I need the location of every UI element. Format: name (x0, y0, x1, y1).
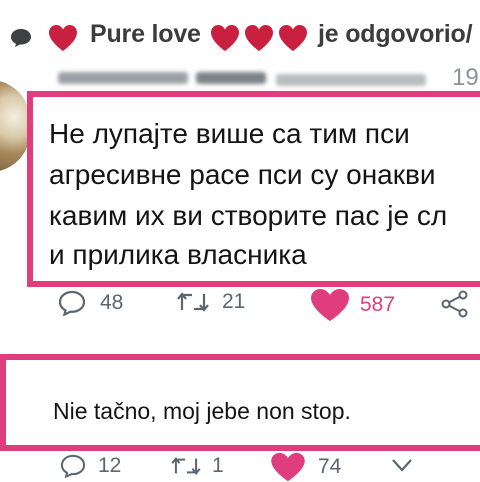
reply-icon (60, 454, 86, 478)
tweet-text-line: Не лупајте више са тим пси (49, 118, 410, 149)
retweet-icon (171, 457, 201, 475)
retweet-button[interactable]: 1 (170, 454, 224, 478)
header-replied-text: je odgovorio/ (318, 20, 473, 48)
retweet-icon (177, 292, 209, 312)
reply-button[interactable]: 48 (58, 290, 123, 316)
reply-button[interactable]: 12 (60, 454, 121, 478)
reply-count: 12 (98, 454, 122, 477)
retweet-count: 21 (222, 290, 246, 313)
like-button[interactable]: 587 (310, 288, 395, 322)
like-count: 74 (318, 455, 342, 478)
heart-icon (245, 25, 273, 51)
speech-bubble-icon (11, 29, 31, 47)
like-heart-icon (311, 289, 349, 321)
blurred-author-handle (276, 74, 426, 86)
reply-context-header: Pure love je odgovorio/ (0, 18, 480, 62)
like-button[interactable]: 74 (270, 452, 341, 482)
tweet-text-line: агресивне расе пси су онакви (49, 159, 436, 190)
heart-icon (211, 25, 239, 51)
highlighted-tweet-box: Не лупајте више са тим пси агресивне рас… (27, 91, 480, 287)
tweet-text-line: и прилика власника (49, 239, 307, 270)
like-count: 587 (360, 293, 396, 316)
download-icon[interactable] (390, 456, 414, 478)
retweet-button[interactable]: 21 (176, 290, 245, 314)
reply-count: 48 (100, 291, 124, 314)
avatar[interactable] (0, 80, 30, 172)
blurred-author-name (58, 72, 188, 84)
tweet-text-line: кавим их ви створите пас је сл (49, 200, 448, 231)
share-icon[interactable] (440, 290, 470, 318)
reply-text: Nie tačno, moj jebe non stop. (53, 398, 351, 424)
heart-icon (49, 25, 77, 51)
like-heart-icon (271, 452, 305, 482)
reply-icon (58, 290, 86, 316)
heart-icon (279, 25, 307, 51)
blurred-author-handle (196, 72, 266, 84)
retweet-count: 1 (212, 454, 224, 477)
tweet-timestamp: 19 (452, 64, 479, 91)
highlighted-reply-box: Nie tačno, moj jebe non stop. (0, 354, 480, 451)
header-name-text[interactable]: Pure love (90, 20, 201, 49)
